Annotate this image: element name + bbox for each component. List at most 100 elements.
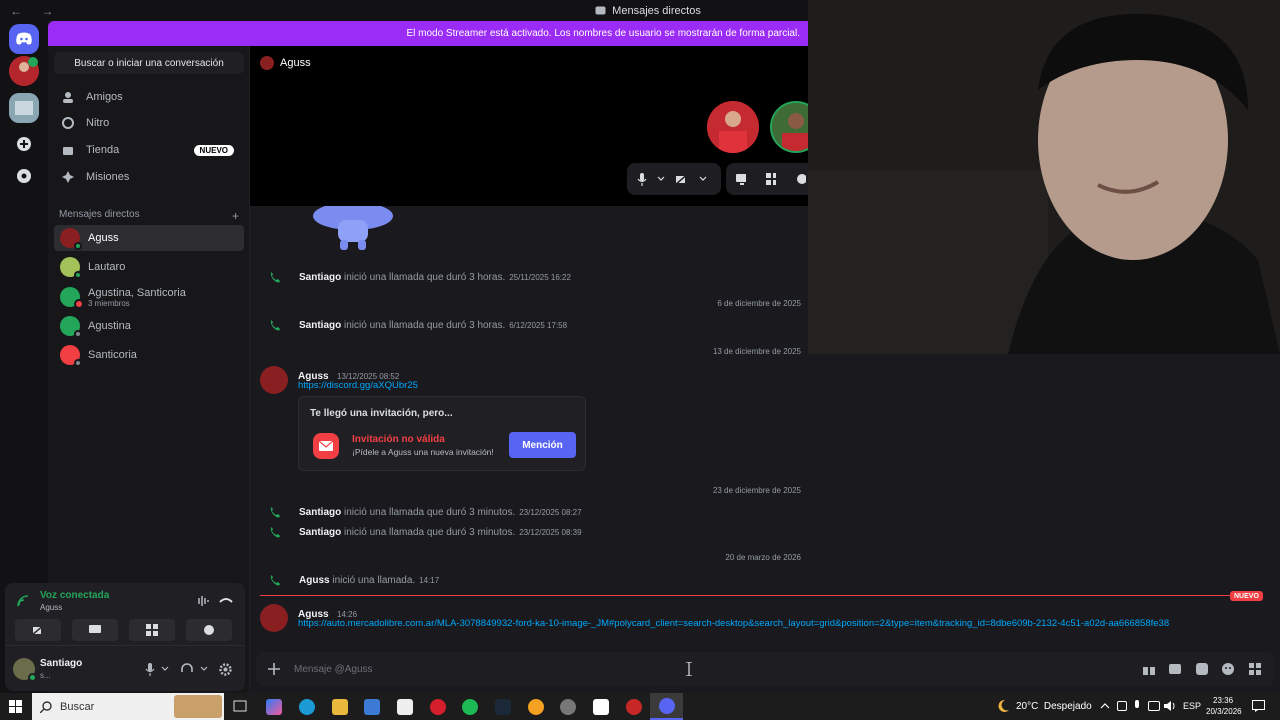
discover-button[interactable] bbox=[9, 161, 39, 191]
taskbar-search[interactable]: Buscar bbox=[32, 693, 224, 720]
nav-nitro[interactable]: Nitro bbox=[54, 110, 244, 136]
server-avatar-icon bbox=[9, 56, 39, 86]
opera-icon[interactable] bbox=[430, 699, 446, 715]
chrome-icon[interactable] bbox=[528, 699, 544, 715]
gear-icon bbox=[219, 663, 232, 676]
store-icon[interactable] bbox=[364, 699, 380, 715]
author-avatar[interactable] bbox=[260, 366, 288, 394]
caller-name[interactable]: Santiago bbox=[299, 507, 341, 518]
message-link[interactable]: https://auto.mercadolibre.com.ar/MLA-307… bbox=[298, 618, 1278, 629]
clock-date[interactable]: 20/3/2026 bbox=[1206, 707, 1242, 716]
avatar bbox=[60, 316, 82, 338]
invite-link[interactable]: https://discord.gg/aXQUbr25 bbox=[298, 380, 418, 391]
copilot-icon[interactable] bbox=[266, 699, 282, 715]
caller-name[interactable]: Santiago bbox=[299, 527, 341, 538]
invalid-invite-icon bbox=[313, 433, 339, 459]
chevron-down-icon bbox=[699, 176, 707, 181]
call-text: inició una llamada que duró 3 minutos. bbox=[344, 526, 516, 538]
task-view-icon[interactable] bbox=[233, 699, 249, 715]
upload-plus-icon[interactable] bbox=[268, 663, 280, 675]
activities-icon[interactable] bbox=[766, 173, 776, 185]
dm-item-lautaro[interactable]: Lautaro bbox=[54, 254, 244, 280]
emoji-icon[interactable] bbox=[1222, 663, 1234, 675]
nav-friends[interactable]: Amigos bbox=[54, 84, 244, 110]
mention-button[interactable]: Mención bbox=[509, 432, 576, 458]
server-avatar[interactable] bbox=[9, 56, 39, 86]
soundboard-icon bbox=[204, 625, 214, 635]
chevron-down-icon bbox=[161, 666, 169, 671]
shop-icon bbox=[63, 147, 73, 155]
gif-icon[interactable] bbox=[1169, 663, 1181, 675]
microphone-icon[interactable] bbox=[1133, 700, 1141, 712]
tray-icon[interactable] bbox=[1117, 701, 1127, 711]
user-panel: Santiago s... bbox=[5, 645, 245, 691]
camera-off-icon[interactable] bbox=[675, 173, 689, 185]
activities-button[interactable] bbox=[129, 619, 175, 641]
windows-start-icon[interactable] bbox=[9, 700, 22, 713]
call-text: inició una llamada. bbox=[332, 574, 416, 586]
clock-time[interactable]: 23:36 bbox=[1213, 696, 1233, 705]
caller-name[interactable]: Santiago bbox=[299, 320, 341, 331]
webcam-overlay bbox=[808, 0, 1280, 354]
screen-share-button[interactable] bbox=[72, 619, 118, 641]
find-conversation-button[interactable]: Buscar o iniciar una conversación bbox=[54, 52, 244, 74]
weather-text[interactable]: 20°C Despejado bbox=[1016, 701, 1092, 712]
friends-icon bbox=[63, 92, 73, 103]
network-icon[interactable] bbox=[1148, 701, 1160, 711]
soundboard-button[interactable] bbox=[186, 619, 232, 641]
dm-name: Agustina bbox=[88, 320, 131, 332]
dm-item-agustina[interactable]: Agustina bbox=[54, 313, 244, 339]
headphones-icon bbox=[181, 663, 193, 672]
nav-quests[interactable]: Misiones bbox=[54, 164, 244, 190]
spotify-icon[interactable] bbox=[462, 699, 478, 715]
mail-icon[interactable] bbox=[397, 699, 413, 715]
discord-taskbar-button[interactable] bbox=[650, 693, 683, 720]
nav-shop[interactable]: Tienda NUEVO bbox=[54, 137, 244, 163]
user-avatar[interactable] bbox=[13, 658, 37, 682]
soundboard-icon[interactable] bbox=[796, 173, 806, 185]
chevron-up-icon[interactable] bbox=[1100, 702, 1110, 709]
gift-icon[interactable] bbox=[1143, 663, 1155, 675]
participant-tile[interactable] bbox=[707, 101, 759, 153]
add-server-button[interactable] bbox=[9, 129, 39, 159]
call-log-row: Santiago inició una llamada que duró 3 h… bbox=[269, 319, 567, 331]
photos-icon[interactable] bbox=[593, 699, 609, 715]
dm-item-aguss[interactable]: Aguss bbox=[54, 225, 244, 251]
webcam-person-image bbox=[808, 0, 1280, 354]
server-icon-2[interactable] bbox=[9, 93, 39, 123]
screen-share-icon[interactable] bbox=[736, 173, 746, 185]
settings-icon[interactable] bbox=[560, 699, 576, 715]
create-dm-button[interactable]: + bbox=[232, 209, 239, 223]
call-stage: Aguss bbox=[250, 46, 822, 206]
voice-waveform-icon bbox=[198, 596, 209, 606]
window-title-text: Mensajes directos bbox=[612, 4, 701, 17]
dm-item-group[interactable]: Agustina, Santicoria 3 miembros bbox=[54, 283, 244, 311]
volume-icon[interactable] bbox=[1164, 700, 1176, 712]
caller-name[interactable]: Santiago bbox=[299, 272, 341, 283]
language-indicator[interactable]: ESP bbox=[1183, 701, 1201, 711]
edge-icon[interactable] bbox=[299, 699, 315, 715]
avatar bbox=[60, 257, 82, 279]
dm-header-label: Mensajes directos bbox=[59, 209, 140, 220]
app-icon[interactable] bbox=[626, 699, 642, 715]
caller-name[interactable]: Aguss bbox=[299, 575, 330, 586]
invite-hint: ¡Pídele a Aguss una nueva invitación! bbox=[352, 447, 494, 457]
camera-off-button[interactable] bbox=[15, 619, 61, 641]
file-explorer-icon[interactable] bbox=[332, 699, 348, 715]
activities-icon bbox=[146, 624, 158, 636]
steam-icon[interactable] bbox=[495, 699, 511, 715]
call-text: inició una llamada que duró 3 minutos. bbox=[344, 506, 516, 518]
avatar bbox=[60, 228, 82, 250]
microphone-icon[interactable] bbox=[637, 172, 647, 186]
discord-home-button[interactable] bbox=[9, 24, 39, 54]
sticker-icon[interactable] bbox=[1196, 663, 1208, 675]
message-input[interactable]: Mensaje @Aguss bbox=[294, 664, 373, 675]
call-title: Aguss bbox=[260, 56, 311, 70]
apps-icon[interactable] bbox=[1249, 663, 1261, 675]
dm-item-santicoria[interactable]: Santicoria bbox=[54, 342, 244, 368]
voice-channel: Aguss bbox=[40, 603, 63, 612]
dm-member-count: 3 miembros bbox=[88, 298, 130, 308]
notifications-icon[interactable] bbox=[1252, 700, 1265, 712]
search-icon bbox=[40, 700, 52, 713]
author-avatar[interactable] bbox=[260, 604, 288, 632]
